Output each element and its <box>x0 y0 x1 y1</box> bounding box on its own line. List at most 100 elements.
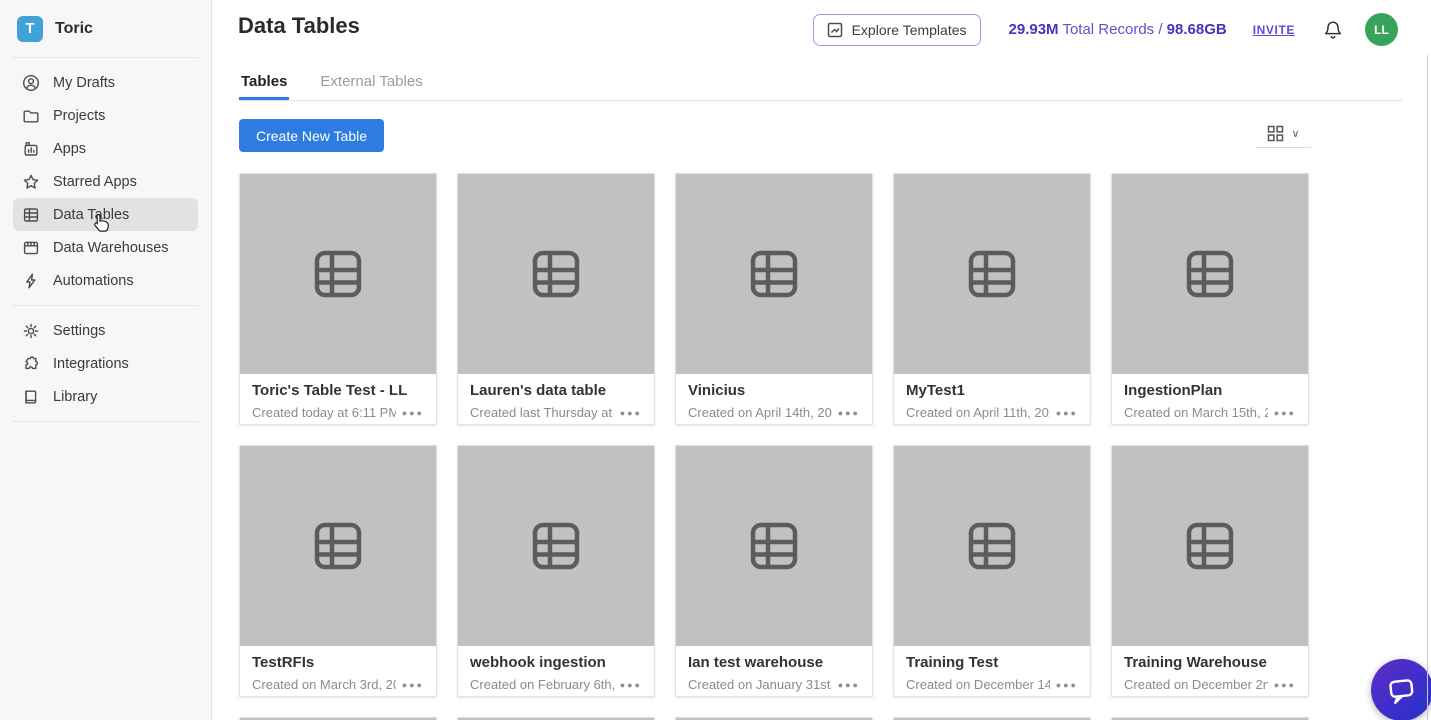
divider <box>13 421 198 422</box>
chat-fab-button[interactable] <box>1371 659 1431 720</box>
brand-name: Toric <box>55 19 93 37</box>
table-icon <box>532 250 580 298</box>
card-created-date: Created on December 2nd, 2022 <box>1124 677 1268 692</box>
table-card[interactable]: TestRFIs Created on March 3rd, 2023 ●●● <box>239 445 437 697</box>
table-card[interactable]: Training Warehouse Created on December 2… <box>1111 445 1309 697</box>
explore-templates-label: Explore Templates <box>851 21 967 38</box>
card-title: Toric's Table Test - LL <box>252 382 408 399</box>
table-preview <box>676 174 872 374</box>
card-title: IngestionPlan <box>1124 382 1223 399</box>
card-menu-button[interactable]: ●●● <box>1050 680 1078 690</box>
apps-icon <box>24 141 38 156</box>
chevron-down-icon: ∨ <box>1291 128 1300 140</box>
card-menu-button[interactable]: ●●● <box>396 680 424 690</box>
card-menu-button[interactable]: ●●● <box>832 680 860 690</box>
sidebar-item-label: Data Tables <box>53 206 130 223</box>
table-icon <box>750 250 798 298</box>
card-menu-button[interactable]: ●●● <box>614 408 642 418</box>
card-menu-button[interactable]: ●●● <box>1268 408 1296 418</box>
card-info: IngestionPlan Created on March 15th, 202… <box>1112 374 1308 420</box>
tab-external-tables[interactable]: External Tables <box>318 70 424 100</box>
sidebar: T Toric My Drafts Projects Apps Starred … <box>0 0 212 720</box>
card-menu-button[interactable]: ●●● <box>1268 680 1296 690</box>
table-icon <box>314 522 362 570</box>
view-mode-dropdown[interactable]: ∨ <box>1256 120 1311 148</box>
grid-view-icon <box>1268 125 1284 142</box>
card-menu-button[interactable]: ●●● <box>832 408 860 418</box>
table-icon <box>968 250 1016 298</box>
card-created-date: Created on March 15th, 2023 <box>1124 405 1268 420</box>
sidebar-item-label: Library <box>53 388 98 405</box>
sidebar-item-data-warehouses[interactable]: Data Warehouses <box>13 231 198 264</box>
table-card[interactable]: Ian test warehouse Created on January 31… <box>675 445 873 697</box>
page-title: Data Tables <box>238 13 360 38</box>
notifications-button[interactable] <box>1322 19 1344 41</box>
card-info: Training Test Created on December 14th, … <box>894 646 1090 692</box>
sidebar-item-label: Integrations <box>53 355 129 372</box>
sidebar-item-apps[interactable]: Apps <box>13 132 198 165</box>
table-preview <box>240 446 436 646</box>
scrollbar[interactable] <box>1427 55 1428 720</box>
sidebar-item-label: Automations <box>53 272 134 289</box>
card-title: Ian test warehouse <box>688 654 824 671</box>
brand[interactable]: T Toric <box>0 0 211 57</box>
explore-templates-button[interactable]: Explore Templates <box>812 13 981 46</box>
card-title: webhook ingestion <box>470 654 606 671</box>
sidebar-nav-main: My Drafts Projects Apps Starred Apps Dat… <box>0 58 211 305</box>
sidebar-item-data-tables[interactable]: Data Tables <box>13 198 198 231</box>
card-info: webhook ingestion Created on February 6t… <box>458 646 654 692</box>
sidebar-item-label: Data Warehouses <box>53 239 169 256</box>
table-icon <box>1186 250 1234 298</box>
header-actions: Explore Templates 29.93M Total Records /… <box>812 13 1398 46</box>
sidebar-item-projects[interactable]: Projects <box>13 99 198 132</box>
table-preview <box>240 174 436 374</box>
table-card[interactable]: Training Test Created on December 14th, … <box>893 445 1091 697</box>
card-info: MyTest1 Created on April 11th, 2023 ●●● <box>894 374 1090 420</box>
user-icon <box>22 74 40 91</box>
chat-bubble-icon <box>1389 679 1414 704</box>
sidebar-item-integrations[interactable]: Integrations <box>13 347 198 380</box>
sidebar-item-library[interactable]: Library <box>13 380 198 413</box>
card-created-date: Created on April 11th, 2023 <box>906 405 1050 420</box>
card-info: Ian test warehouse Created on January 31… <box>676 646 872 692</box>
card-created-date: Created last Thursday at 12:27... <box>470 405 614 420</box>
sidebar-item-settings[interactable]: Settings <box>13 314 198 347</box>
total-records-label: Total Records / <box>1058 21 1167 38</box>
table-card[interactable]: Toric's Table Test - LL Created today at… <box>239 173 437 425</box>
table-icon <box>23 207 39 222</box>
storage-value: 98.68GB <box>1166 21 1227 38</box>
card-created-date: Created on March 3rd, 2023 <box>252 677 396 692</box>
card-menu-button[interactable]: ●●● <box>1050 408 1078 418</box>
card-info: TestRFIs Created on March 3rd, 2023 ●●● <box>240 646 436 692</box>
sidebar-item-my-drafts[interactable]: My Drafts <box>13 66 198 99</box>
card-title: TestRFIs <box>252 654 315 671</box>
card-menu-button[interactable]: ●●● <box>614 680 642 690</box>
sidebar-item-starred-apps[interactable]: Starred Apps <box>13 165 198 198</box>
lightning-icon <box>26 273 36 288</box>
card-created-date: Created on January 31st, 2023 <box>688 677 832 692</box>
card-menu-button[interactable]: ●●● <box>396 408 424 418</box>
table-card[interactable]: MyTest1 Created on April 11th, 2023 ●●● <box>893 173 1091 425</box>
sidebar-item-label: Projects <box>53 107 106 124</box>
invite-link[interactable]: INVITE <box>1253 23 1295 37</box>
puzzle-icon <box>25 355 39 369</box>
sidebar-item-label: Starred Apps <box>53 173 137 190</box>
table-icon <box>968 522 1016 570</box>
avatar[interactable]: LL <box>1365 13 1398 46</box>
sidebar-item-label: Settings <box>53 322 106 339</box>
table-preview <box>1112 174 1308 374</box>
sidebar-item-automations[interactable]: Automations <box>13 264 198 297</box>
tab-tables[interactable]: Tables <box>239 70 290 100</box>
table-card[interactable]: webhook ingestion Created on February 6t… <box>457 445 655 697</box>
sidebar-item-label: Apps <box>53 140 87 157</box>
template-chart-icon <box>827 22 842 37</box>
table-card[interactable]: Vinicius Created on April 14th, 2023 ●●● <box>675 173 873 425</box>
folder-icon <box>23 110 39 122</box>
bell-icon <box>1324 20 1342 39</box>
table-card[interactable]: IngestionPlan Created on March 15th, 202… <box>1111 173 1309 425</box>
create-new-table-button[interactable]: Create New Table <box>239 119 385 152</box>
card-created-date: Created on February 6th, 2023 <box>470 677 614 692</box>
sidebar-nav-secondary: Settings Integrations Library <box>0 306 211 421</box>
card-info: Training Warehouse Created on December 2… <box>1112 646 1308 692</box>
table-card[interactable]: Lauren's data table Created last Thursda… <box>457 173 655 425</box>
